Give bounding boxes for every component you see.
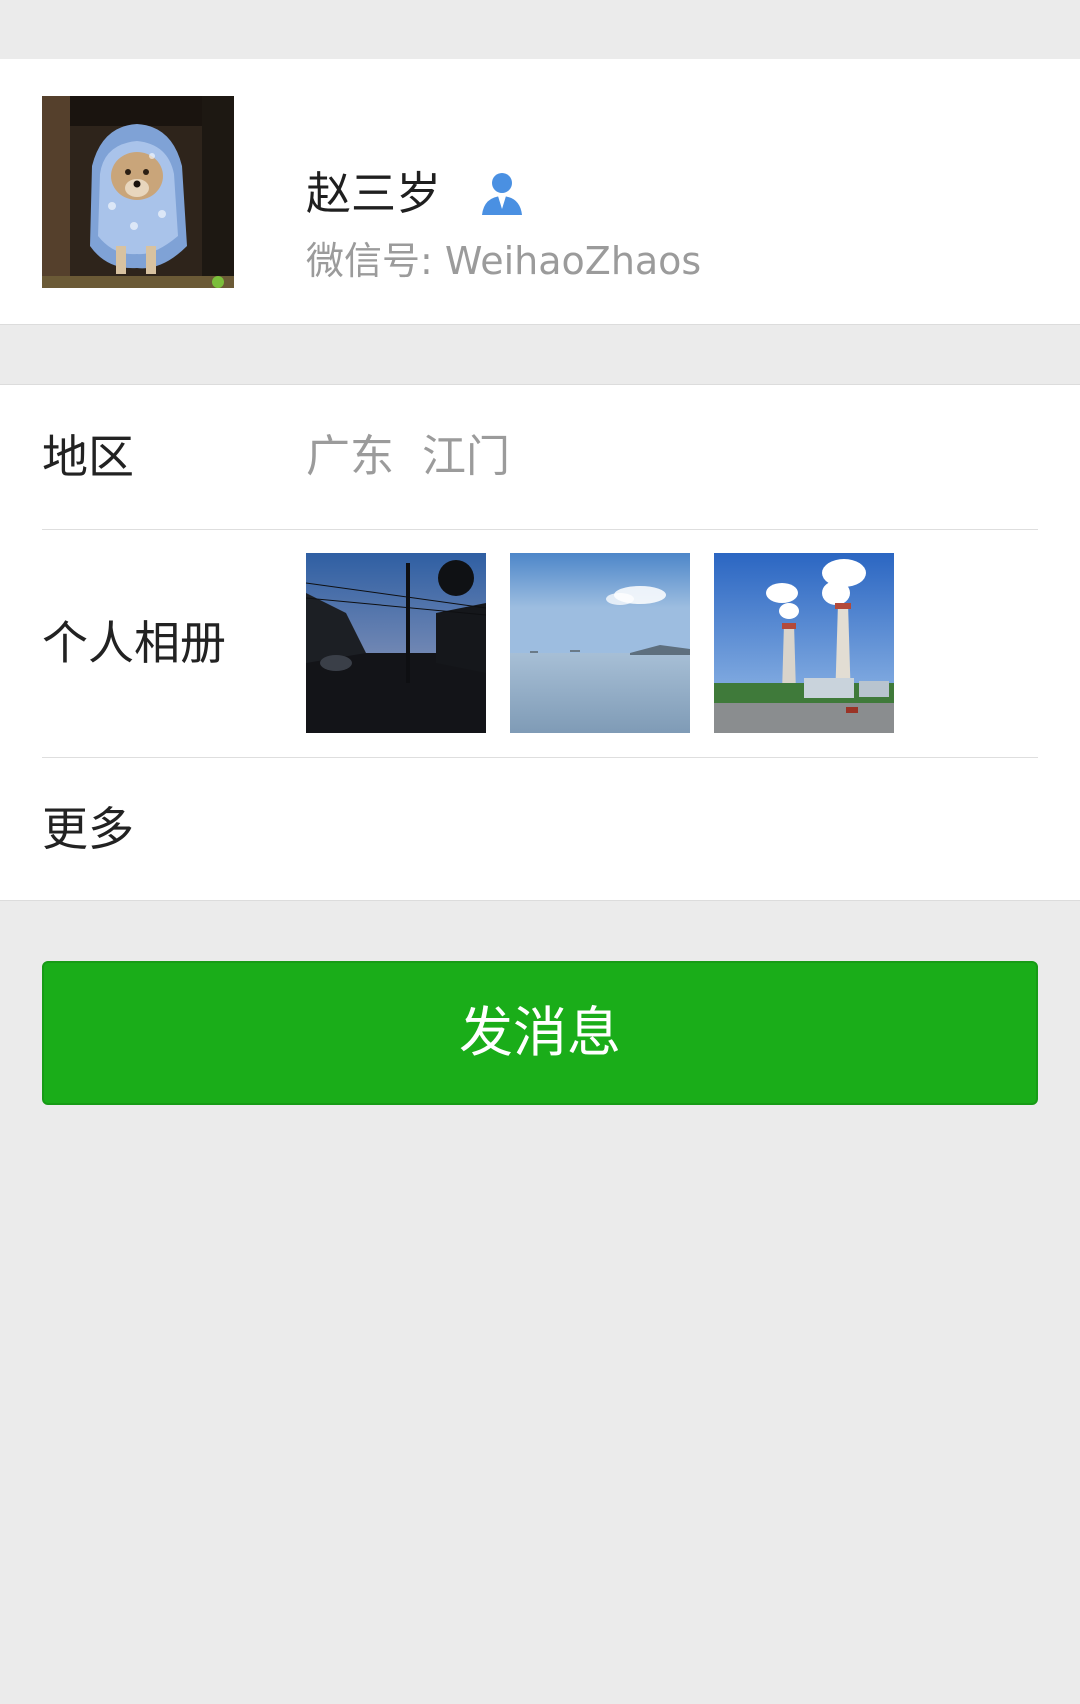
more-label: 更多 <box>42 802 134 856</box>
album-thumbnail-power-plant[interactable] <box>714 553 894 733</box>
avatar-image <box>42 96 234 288</box>
region-row: 地区 广东 江门 <box>0 385 1080 529</box>
region-label: 地区 <box>42 430 134 484</box>
album-row[interactable]: 个人相册 <box>0 529 1080 757</box>
album-thumbnail-sea[interactable] <box>510 553 690 733</box>
region-value: 广东 江门 <box>306 431 510 482</box>
album-thumbnail-sunset-street[interactable] <box>306 553 486 733</box>
avatar[interactable] <box>42 96 234 288</box>
profile-name: 赵三岁 <box>306 167 442 220</box>
info-card: 地区 广东 江门 个人相册 更多 <box>0 384 1080 901</box>
wechat-id: 微信号: WeihaoZhaos <box>306 239 702 283</box>
contact-person-icon <box>482 173 522 215</box>
more-row[interactable]: 更多 <box>0 757 1080 901</box>
send-message-button[interactable]: 发消息 <box>42 961 1038 1105</box>
album-label: 个人相册 <box>42 616 226 670</box>
profile-card: 赵三岁 微信号: WeihaoZhaos <box>0 59 1080 325</box>
